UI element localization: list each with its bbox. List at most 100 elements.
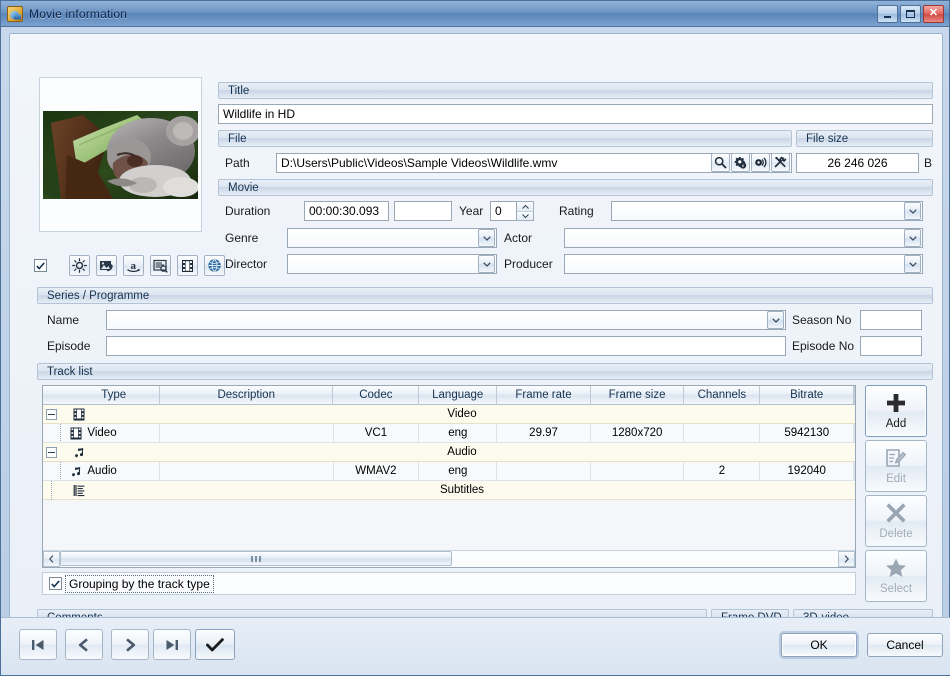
- year-stepper-up[interactable]: [517, 202, 533, 211]
- year-stepper-down[interactable]: [517, 211, 533, 220]
- apply-button[interactable]: [195, 629, 235, 660]
- column-header-codec[interactable]: Codec: [333, 386, 420, 405]
- edit-button[interactable]: Edit: [865, 440, 927, 492]
- gears-settings-icon[interactable]: 6: [731, 153, 750, 172]
- movie-app-icon: [7, 5, 23, 22]
- episode-no-input[interactable]: [860, 336, 922, 356]
- rating-combo[interactable]: [611, 201, 923, 221]
- scroll-left-button[interactable]: [43, 551, 60, 567]
- grouping-by-track-type-label[interactable]: Grouping by the track type: [65, 574, 214, 593]
- chevron-down-icon[interactable]: [478, 229, 495, 247]
- amazon-icon[interactable]: a: [123, 255, 144, 276]
- title-input[interactable]: Wildlife in HD: [218, 104, 933, 124]
- file-group-header: File: [218, 130, 792, 147]
- scrollbar-thumb[interactable]: [60, 551, 452, 566]
- cover-thumbnail[interactable]: [39, 77, 202, 232]
- cancel-button[interactable]: Cancel: [867, 633, 943, 657]
- column-header-channels[interactable]: Channels: [684, 386, 761, 405]
- brightness-sun-icon[interactable]: [69, 255, 90, 276]
- globe-web-icon[interactable]: [204, 255, 225, 276]
- select-button[interactable]: Select: [865, 550, 927, 602]
- chevron-down-icon[interactable]: [767, 311, 784, 329]
- file-size-input[interactable]: 26 246 026: [796, 153, 919, 173]
- column-header-description[interactable]: Description: [159, 386, 334, 405]
- column-header-frame-rate[interactable]: Frame rate: [497, 386, 591, 405]
- director-combo[interactable]: [287, 254, 497, 274]
- maximize-button[interactable]: [900, 4, 921, 23]
- duration-input[interactable]: 00:00:30.093: [304, 201, 389, 221]
- title-input-value: Wildlife in HD: [223, 107, 296, 121]
- collapse-icon[interactable]: [46, 408, 57, 420]
- chevron-down-icon[interactable]: [904, 255, 921, 273]
- chevron-down-icon[interactable]: [904, 202, 921, 220]
- genre-combo[interactable]: [287, 228, 497, 248]
- column-header-language[interactable]: Language: [419, 386, 498, 405]
- table-row[interactable]: Audio: [43, 443, 855, 462]
- series-name-combo[interactable]: [106, 310, 786, 330]
- audio-speaker-icon[interactable]: [751, 153, 770, 172]
- last-record-button[interactable]: [153, 629, 191, 660]
- plus-icon: [885, 392, 907, 417]
- thumbnail-enabled-checkbox[interactable]: [34, 259, 47, 272]
- year-input[interactable]: 0: [490, 201, 517, 221]
- ok-button[interactable]: OK: [781, 633, 857, 657]
- track-list-group-header: Track list: [37, 363, 933, 380]
- season-no-input[interactable]: [860, 310, 922, 330]
- title-bar: Movie information ✕: [1, 1, 949, 27]
- minimize-button[interactable]: [877, 4, 898, 23]
- add-button[interactable]: Add: [865, 385, 927, 437]
- search-icon[interactable]: [711, 153, 730, 172]
- edit-button-label: Edit: [886, 473, 906, 485]
- collapse-icon[interactable]: [46, 446, 57, 458]
- grouping-by-track-type-checkbox[interactable]: [49, 577, 62, 590]
- column-header-bitrate[interactable]: Bitrate: [760, 386, 854, 405]
- table-row[interactable]: Subtitles: [43, 480, 855, 500]
- duration-value: 00:00:30.093: [309, 204, 380, 218]
- actor-combo[interactable]: [564, 228, 923, 248]
- movie-group-header: Movie: [218, 179, 933, 196]
- first-record-button[interactable]: [19, 629, 57, 660]
- series-group-header: Series / Programme: [37, 287, 933, 304]
- tools-icon[interactable]: [771, 153, 790, 172]
- title-group-header-label: Title: [228, 84, 250, 97]
- path-label: Path: [225, 156, 250, 170]
- next-icon: [126, 637, 136, 652]
- file-size-unit: B: [924, 156, 933, 170]
- window-controls: ✕: [877, 4, 947, 23]
- group-row-label: Subtitles: [439, 484, 485, 496]
- producer-combo[interactable]: [564, 254, 923, 274]
- year-stepper[interactable]: [517, 201, 534, 221]
- svg-text:a: a: [131, 260, 137, 272]
- year-value: 0: [495, 204, 502, 218]
- chevron-down-icon[interactable]: [904, 229, 921, 247]
- next-record-button[interactable]: [111, 629, 149, 660]
- column-header-frame-size[interactable]: Frame size: [590, 386, 685, 405]
- previous-record-button[interactable]: [65, 629, 103, 660]
- delete-button[interactable]: Delete: [865, 495, 927, 547]
- table-row[interactable]: Audio WMAV2 eng 2 192040: [43, 462, 855, 481]
- check-icon: [206, 637, 224, 651]
- row-expander-cell: [43, 405, 69, 424]
- table-row[interactable]: Video VC1 eng 29.97 1280x720 5942130: [43, 424, 855, 443]
- column-header-type[interactable]: Type: [68, 386, 160, 405]
- title-group-header: Title: [218, 82, 933, 99]
- cell-description: [160, 462, 334, 481]
- subtitle-lookup-icon[interactable]: [150, 255, 171, 276]
- scroll-right-button[interactable]: [838, 551, 855, 567]
- movie-information-window: Movie information ✕ Title Wildlife in HD…: [0, 0, 950, 676]
- group-row-label: Audio: [447, 446, 477, 458]
- track-list-horizontal-scrollbar[interactable]: [43, 550, 855, 567]
- track-list-header-label: Track list: [47, 365, 93, 378]
- image-export-icon[interactable]: [96, 255, 117, 276]
- season-no-label: Season No: [792, 313, 852, 327]
- film-strip-icon[interactable]: [177, 255, 198, 276]
- duration-extra-input[interactable]: [394, 201, 452, 221]
- scrollbar-track[interactable]: [60, 551, 838, 567]
- close-button[interactable]: ✕: [923, 4, 944, 23]
- series-episode-input[interactable]: [106, 336, 786, 356]
- window-title: Movie information: [29, 6, 128, 21]
- cell-codec: WMAV2: [333, 462, 420, 481]
- table-row[interactable]: Video: [43, 405, 855, 424]
- track-list-table[interactable]: Type Description Codec Language Frame ra…: [42, 385, 856, 568]
- chevron-down-icon[interactable]: [478, 255, 495, 273]
